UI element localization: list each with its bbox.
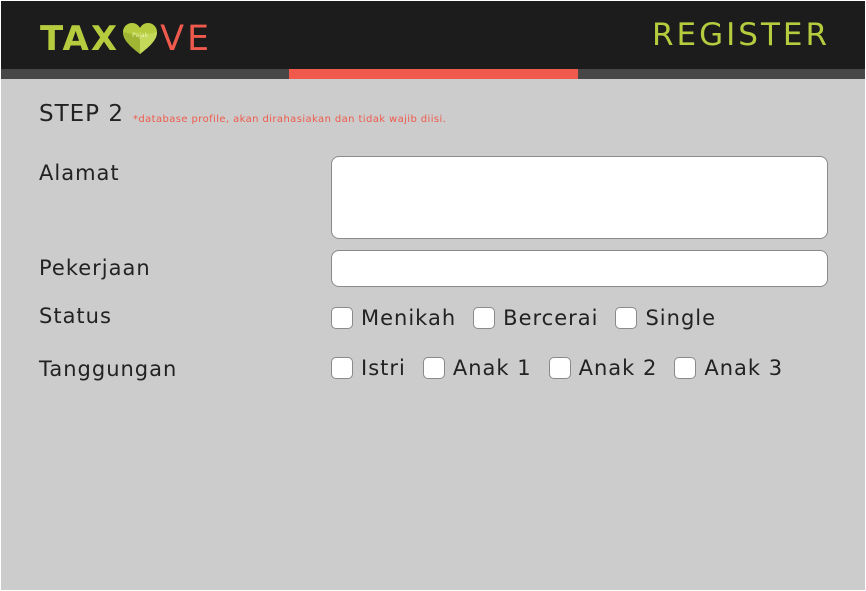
single-label: Single <box>645 306 717 330</box>
tanggungan-option-anak-2[interactable]: Anak 2 <box>548 356 658 380</box>
alamat-textarea[interactable] <box>331 156 828 239</box>
tanggungan-option-istri[interactable]: Istri <box>331 356 406 380</box>
page-title: REGISTER <box>651 17 830 53</box>
status-option-menikah[interactable]: Menikah <box>331 306 456 330</box>
menikah-label: Menikah <box>361 306 457 330</box>
logo-ve-text: VE <box>160 19 213 59</box>
anak-2-label: Anak 2 <box>578 356 658 380</box>
status-options: Menikah Bercerai Single <box>331 306 733 330</box>
status-label: Status <box>39 304 112 328</box>
anak-3-label: Anak 3 <box>704 356 784 380</box>
anak-1-checkbox[interactable] <box>422 357 445 379</box>
single-checkbox[interactable] <box>615 307 638 329</box>
alamat-label: Alamat <box>39 161 120 185</box>
anak-1-label: Anak 1 <box>452 356 532 380</box>
bercerai-label: Bercerai <box>503 306 599 330</box>
pekerjaan-input[interactable] <box>331 250 828 287</box>
logo-tax-text: TAX <box>40 19 120 59</box>
tanggungan-option-anak-3[interactable]: Anak 3 <box>674 356 783 380</box>
tanggungan-option-anak-1[interactable]: Anak 1 <box>422 356 532 380</box>
status-option-bercerai[interactable]: Bercerai <box>473 306 598 330</box>
menikah-checkbox[interactable] <box>331 307 353 329</box>
pekerjaan-label: Pekerjaan <box>39 256 151 280</box>
bercerai-checkbox[interactable] <box>473 307 496 329</box>
header-bar: TAX Pajak VE REGISTER <box>1 1 865 69</box>
step-progress-fill <box>289 69 578 79</box>
step-progress-bar <box>1 69 865 79</box>
heart-icon: Pajak <box>122 22 158 56</box>
istri-checkbox[interactable] <box>331 357 353 379</box>
register-window: TAX Pajak VE REGISTER STEP 2 *database p… <box>1 1 865 590</box>
tanggungan-label: Tanggungan <box>39 357 178 381</box>
anak-3-checkbox[interactable] <box>674 357 697 379</box>
tanggungan-options: Istri Anak 1 Anak 2 Anak 3 <box>331 356 800 380</box>
logo-heart-label: Pajak <box>132 32 149 39</box>
istri-label: Istri <box>361 356 406 380</box>
taxlove-logo[interactable]: TAX Pajak VE <box>40 19 212 59</box>
status-option-single[interactable]: Single <box>615 306 716 330</box>
step-note: *database profile, akan dirahasiakan dan… <box>133 114 447 125</box>
anak-2-checkbox[interactable] <box>548 357 571 379</box>
step-title: STEP 2 <box>39 101 124 127</box>
